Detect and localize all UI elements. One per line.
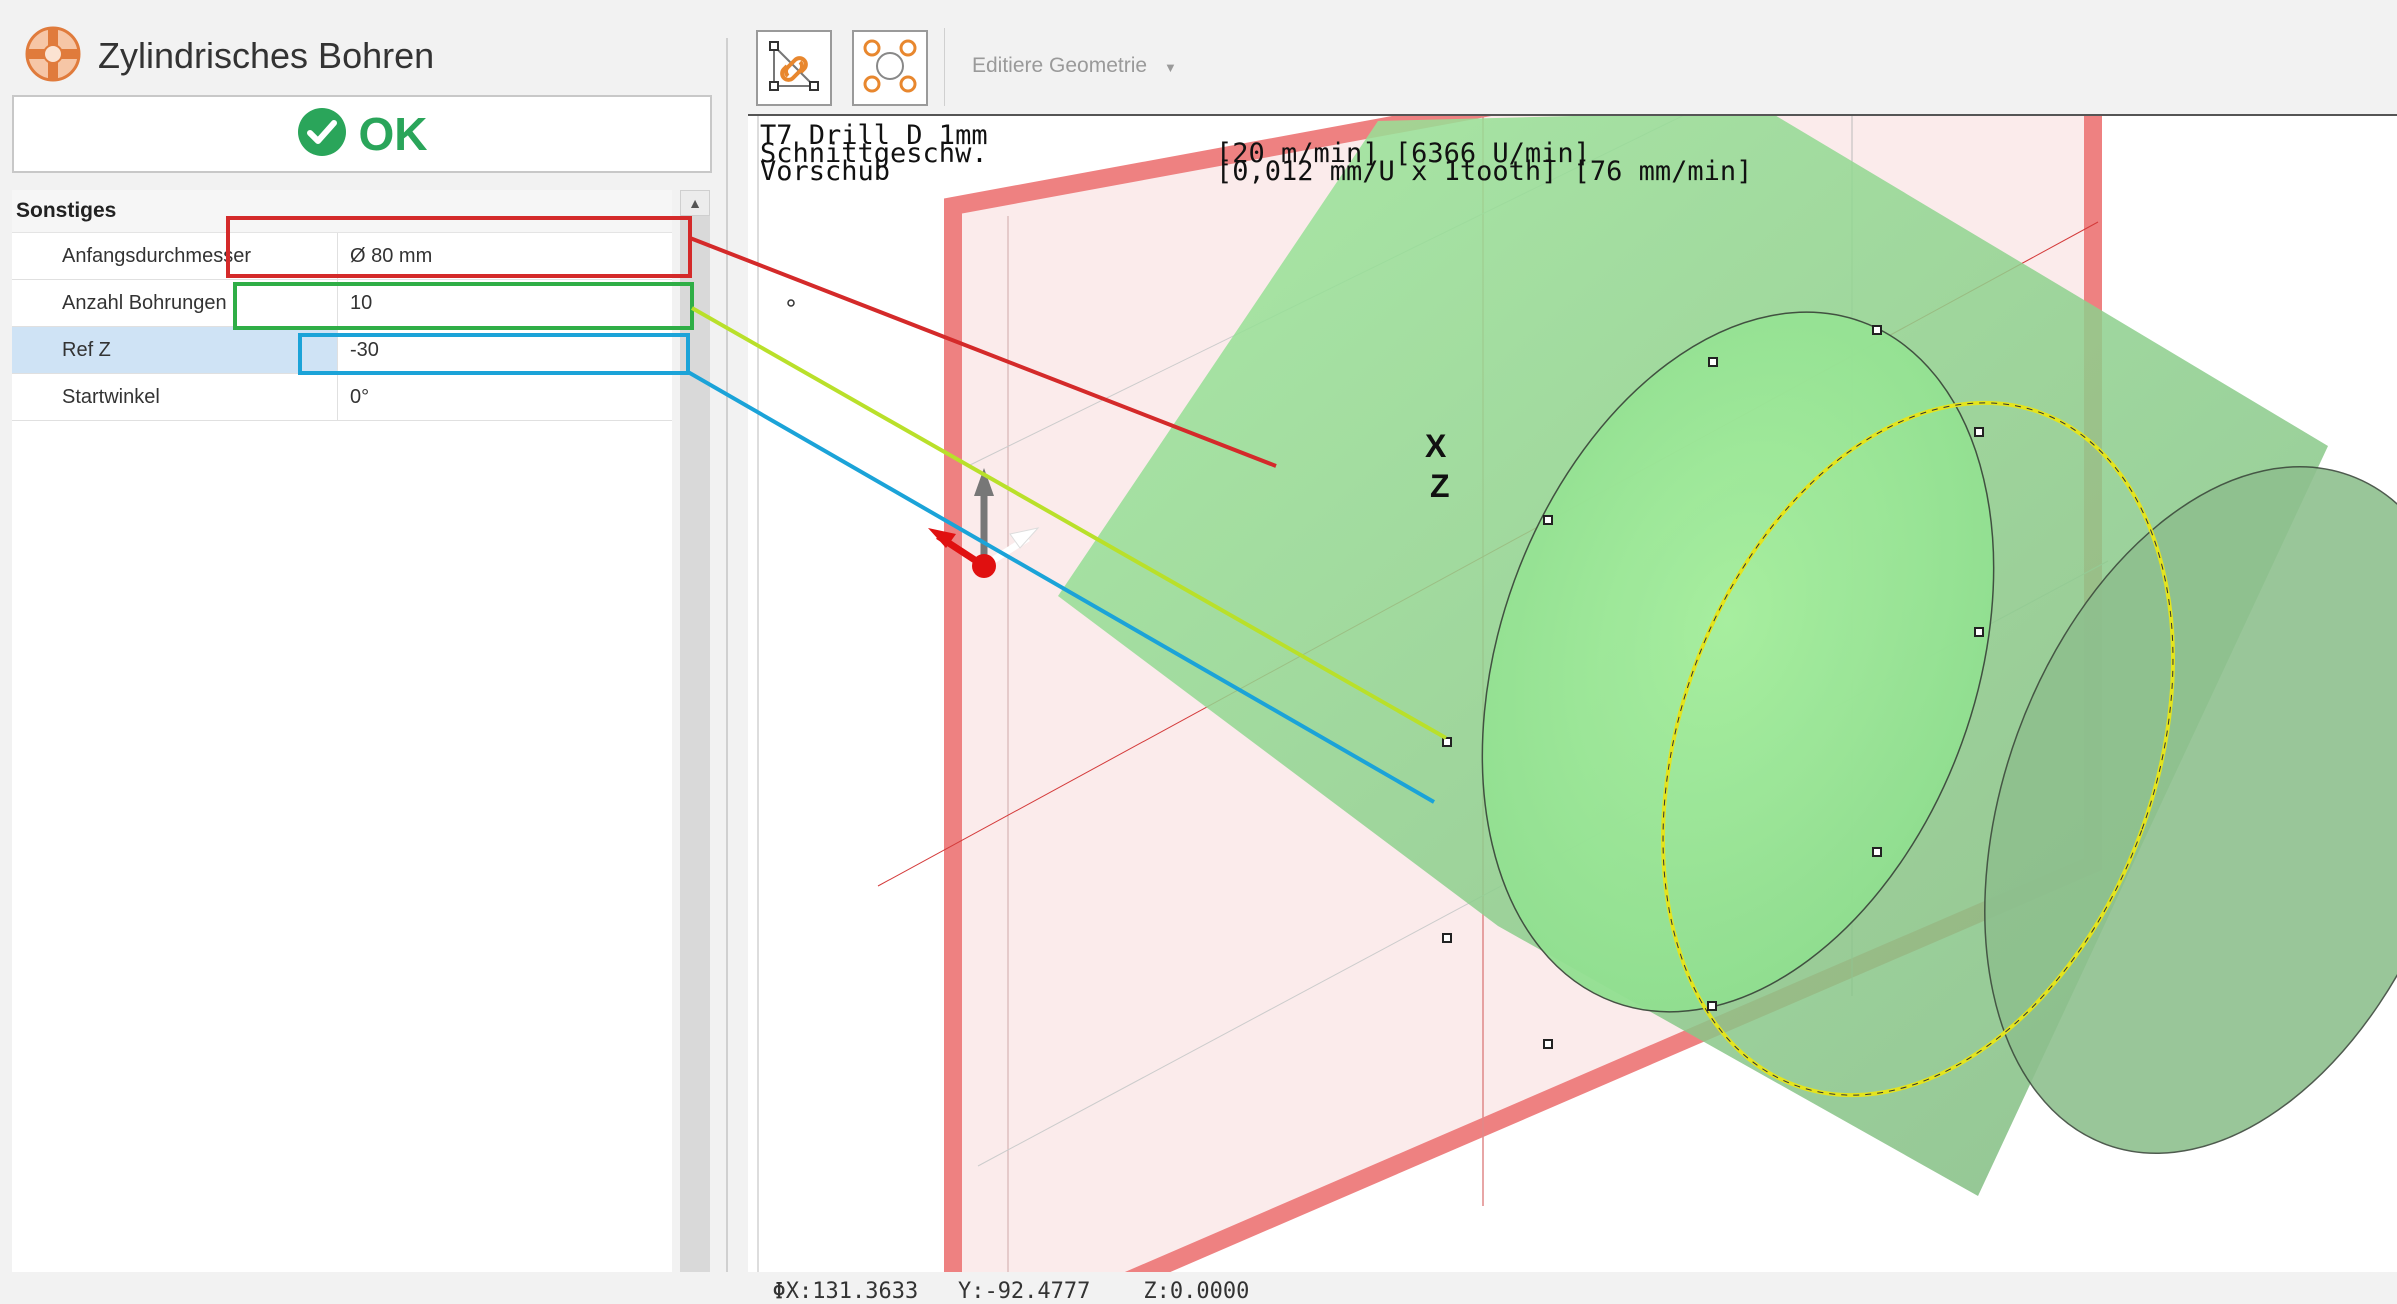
chevron-down-icon[interactable]: ▼ <box>1164 60 1177 75</box>
x-axis-label: X <box>1425 428 1447 464</box>
hole-point <box>1543 515 1553 525</box>
property-name: Anfangsdurchmesser <box>12 233 338 279</box>
hole-point <box>1708 357 1718 367</box>
property-name: Anzahl Bohrungen <box>12 280 338 326</box>
link-geometry-icon <box>764 36 824 101</box>
hud-feed-value: [0,012 mm/U x 1tooth] [76 mm/min] <box>1216 156 1753 187</box>
hole-point <box>1974 627 1984 637</box>
toolbar-separator <box>944 28 945 106</box>
hole-point <box>1442 933 1452 943</box>
property-row-startwinkel[interactable]: Startwinkel 0° <box>12 374 672 421</box>
hole-point <box>1872 325 1882 335</box>
property-row-anzahl-bohrungen[interactable]: Anzahl Bohrungen 10 <box>12 280 672 327</box>
coord-z: Z:0.0000 <box>1143 1279 1250 1304</box>
scroll-up-arrow-icon[interactable]: ▲ <box>680 190 710 216</box>
start-diameter-field[interactable]: Ø 80 mm <box>342 233 672 279</box>
hole-point <box>1543 1039 1553 1049</box>
hole-point <box>1442 737 1452 747</box>
scene-svg[interactable] <box>748 116 2397 1272</box>
circle-pattern-icon <box>860 36 920 101</box>
checkmark-icon <box>297 107 347 162</box>
panel-header: Zylindrisches Bohren <box>24 22 434 90</box>
panel-title: Zylindrisches Bohren <box>98 35 435 76</box>
hud-feed-label: Vorschub <box>760 156 891 187</box>
start-angle-field[interactable]: 0° <box>342 374 672 420</box>
group-header: Sonstiges <box>12 190 672 233</box>
z-axis-label: Z <box>1430 468 1450 504</box>
toolbar: Editiere Geometrie ▼ <box>740 0 2397 112</box>
hole-point <box>1974 427 1984 437</box>
ref-z-field[interactable]: -30 <box>342 327 672 373</box>
property-row-ref-z[interactable]: Ref Z -30 <box>12 327 672 374</box>
ok-label: OK <box>358 108 428 160</box>
property-name: Ref Z <box>12 327 338 373</box>
coordinate-readout: ΦX:131.3633 Y:-92.4777 Z:0.0000 <box>746 1254 1250 1304</box>
hole-point <box>1872 847 1882 857</box>
origin-marker <box>787 299 795 307</box>
property-name: Startwinkel <box>12 374 338 420</box>
ok-button[interactable]: OK <box>12 95 712 173</box>
hole-count-field[interactable]: 10 <box>342 280 672 326</box>
property-grid: Sonstiges Anfangsdurchmesser Ø 80 mm Anz… <box>12 190 672 1272</box>
cylindrical-drilling-icon <box>24 25 82 88</box>
circle-pattern-button[interactable] <box>852 30 928 106</box>
3d-viewport[interactable]: T7 Drill D 1mm Schnittgeschw. Vorschub [… <box>748 116 2397 1272</box>
link-geometry-button[interactable] <box>756 30 832 106</box>
panel-divider[interactable] <box>726 38 728 1272</box>
property-row-anfangsdurchmesser[interactable]: Anfangsdurchmesser Ø 80 mm <box>12 233 672 280</box>
scrollbar[interactable]: ▲ <box>680 190 710 1272</box>
edit-geometry-dropdown[interactable]: Editiere Geometrie <box>972 54 1147 78</box>
coord-x: ΦX:131.3633 <box>772 1279 919 1304</box>
property-panel: Zylindrisches Bohren OK Sonstiges Anfang… <box>0 0 720 1272</box>
hole-point <box>1707 1001 1717 1011</box>
coord-y: Y:-92.4777 <box>957 1279 1091 1304</box>
